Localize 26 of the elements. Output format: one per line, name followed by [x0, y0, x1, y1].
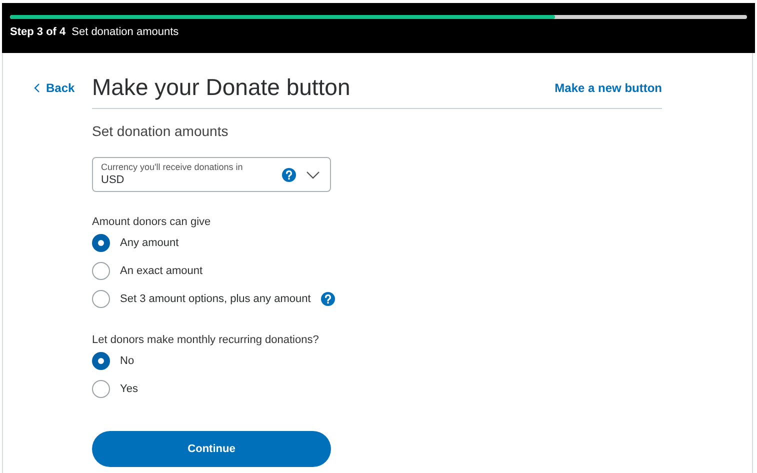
radio-button[interactable] — [92, 262, 110, 280]
step-counter: Step 3 of 4 — [10, 27, 66, 38]
group-label: Let donors make monthly recurring donations? — [92, 333, 320, 347]
group-label: Amount donors can give — [92, 215, 212, 229]
radio-button[interactable] — [92, 234, 110, 252]
radio-label: Yes — [120, 382, 138, 397]
continue-button[interactable]: Continue — [92, 431, 331, 467]
help-icon[interactable] — [282, 168, 296, 182]
radio-button[interactable] — [92, 290, 110, 308]
back-link[interactable]: Back — [34, 79, 92, 97]
radio-label: No — [120, 354, 134, 369]
currency-dropdown[interactable]: Currency you'll receive donations in USD — [92, 157, 331, 192]
chevron-down-icon — [306, 170, 320, 178]
step-title: Set donation amounts — [72, 27, 179, 38]
radio-label: Set 3 amount options, plus any amount — [120, 292, 311, 307]
new-button-link[interactable]: Make a new button — [554, 79, 662, 97]
radio-label: Any amount — [120, 236, 179, 251]
currency-value: USD — [101, 175, 126, 186]
chevron-left-icon — [34, 83, 40, 93]
page-title: Make your Donate button — [92, 73, 350, 101]
radio-label: An exact amount — [120, 264, 203, 279]
radio-button[interactable] — [92, 352, 110, 370]
radio-button[interactable] — [92, 380, 110, 398]
help-icon[interactable] — [320, 292, 335, 306]
currency-label: Currency you'll receive donations in — [101, 163, 244, 172]
section-title: Set donation amounts — [92, 122, 230, 141]
